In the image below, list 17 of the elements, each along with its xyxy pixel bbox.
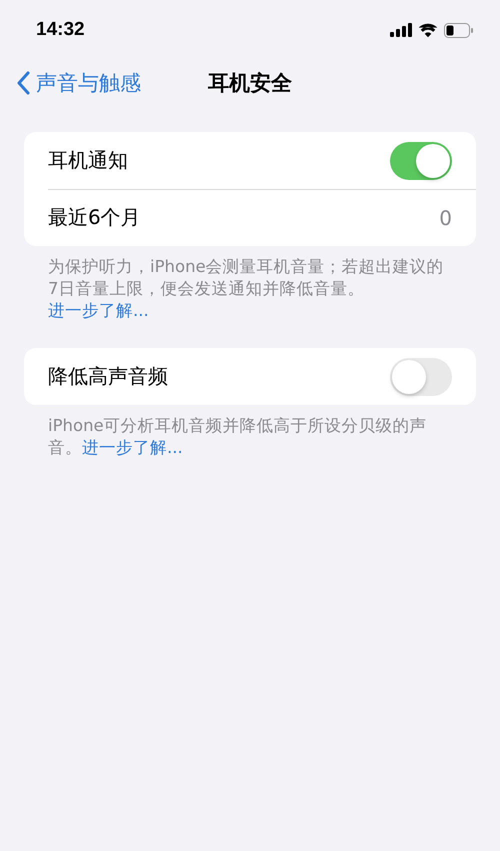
toggle-switch[interactable] (390, 142, 452, 180)
row-label: 降低高声音频 (48, 363, 168, 390)
footer-text: iPhone可分析耳机音频并降低高于所设分贝级的声音。进一步了解... (48, 415, 428, 459)
chevron-left-icon (16, 71, 30, 95)
toggle-switch[interactable] (390, 358, 452, 396)
signal-icon (390, 23, 412, 37)
row-label: 最近6个月 (48, 204, 141, 231)
page-title: 耳机安全 (208, 71, 292, 95)
back-button[interactable]: 声音与触感 (16, 69, 141, 97)
footer-text: 为保护听力，iPhone会测量耳机音量；若超出建议的7日音量上限，便会发送通知并降低音量。 进一步了解... (48, 256, 445, 322)
status-time: 14:32 (36, 19, 85, 41)
wifi-icon (419, 23, 437, 37)
row-label: 耳机通知 (48, 147, 128, 174)
battery-icon (444, 22, 474, 38)
row-value: 0 (439, 206, 452, 230)
learn-more-link[interactable]: 进一步了解... (48, 301, 149, 320)
learn-more-link[interactable]: 进一步了解... (82, 438, 183, 457)
